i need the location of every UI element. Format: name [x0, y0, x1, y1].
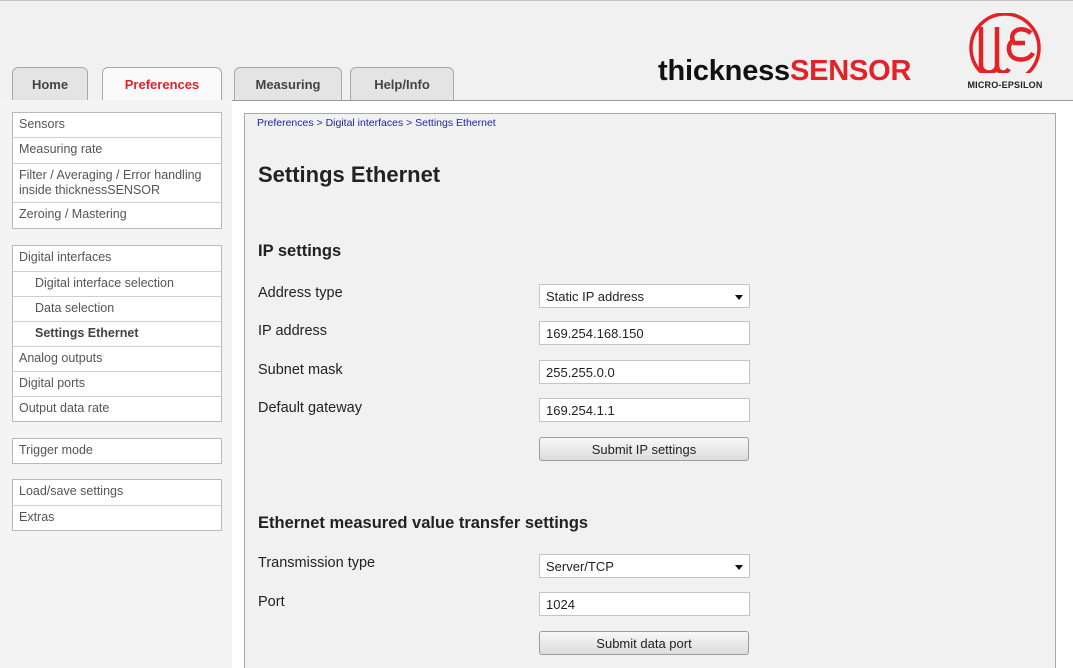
sidebar-item-analog-outputs[interactable]: Analog outputs [13, 346, 221, 371]
sidebar: Sensors Measuring rate Filter / Averagin… [0, 100, 232, 668]
tab-preferences[interactable]: Preferences [102, 67, 222, 101]
sidebar-item-digital-interfaces[interactable]: Digital interfaces [13, 246, 221, 271]
logo-text: MICRO-EPSILON [967, 80, 1043, 90]
port-label: Port [258, 594, 285, 610]
subnet-mask-input[interactable]: 255.255.0.0 [539, 360, 750, 384]
sidebar-item-output-data-rate[interactable]: Output data rate [13, 396, 221, 421]
ip-address-input[interactable]: 169.254.168.150 [539, 321, 750, 345]
header: Home Preferences Measuring Help/Info thi… [0, 0, 1073, 101]
chevron-down-icon [735, 565, 743, 570]
sidebar-item-settings-ethernet[interactable]: Settings Ethernet [13, 321, 221, 346]
transmission-type-select[interactable]: Server/TCP [539, 554, 750, 578]
submit-ip-settings-button[interactable]: Submit IP settings [539, 437, 749, 461]
content-panel: Preferences > Digital interfaces > Setti… [244, 113, 1056, 668]
sidebar-item-data-selection[interactable]: Data selection [13, 296, 221, 321]
sidebar-item-filter-averaging[interactable]: Filter / Averaging / Error handling insi… [13, 163, 221, 202]
sidebar-item-load-save-settings[interactable]: Load/save settings [13, 480, 221, 505]
address-type-value: Static IP address [546, 289, 645, 304]
sidebar-item-extras[interactable]: Extras [13, 505, 221, 530]
sidebar-item-measuring-rate[interactable]: Measuring rate [13, 137, 221, 163]
brand-title-part2: SENSOR [790, 55, 912, 87]
chevron-down-icon [735, 295, 743, 300]
sidebar-item-zeroing-mastering[interactable]: Zeroing / Mastering [13, 202, 221, 228]
default-gateway-label: Default gateway [258, 400, 362, 416]
sidebar-group-sensor: Sensors Measuring rate Filter / Averagin… [12, 112, 222, 229]
default-gateway-input[interactable]: 169.254.1.1 [539, 398, 750, 422]
subnet-mask-label: Subnet mask [258, 362, 343, 378]
tab-measuring[interactable]: Measuring [234, 67, 342, 100]
breadcrumb[interactable]: Preferences > Digital interfaces > Setti… [257, 117, 496, 129]
sidebar-item-digital-ports[interactable]: Digital ports [13, 371, 221, 396]
address-type-select[interactable]: Static IP address [539, 284, 750, 308]
port-input[interactable]: 1024 [539, 592, 750, 616]
address-type-label: Address type [258, 285, 343, 301]
page-title: Settings Ethernet [258, 162, 441, 187]
tab-help-info[interactable]: Help/Info [350, 67, 454, 100]
brand-title: thicknessSENSOR [658, 55, 911, 88]
transmission-type-value: Server/TCP [546, 559, 614, 574]
ip-address-label: IP address [258, 323, 328, 339]
sidebar-group-settings: Load/save settings Extras [12, 479, 222, 531]
submit-data-port-button[interactable]: Submit data port [539, 631, 749, 655]
transmission-type-label: Transmission type [258, 555, 376, 571]
brand-title-part1: thickness [658, 55, 790, 87]
sidebar-group-interfaces: Digital interfaces Digital interface sel… [12, 245, 222, 422]
sidebar-item-trigger-mode[interactable]: Trigger mode [13, 439, 221, 463]
sidebar-item-sensors[interactable]: Sensors [13, 113, 221, 137]
sidebar-group-trigger: Trigger mode [12, 438, 222, 464]
sidebar-item-digital-interface-selection[interactable]: Digital interface selection [13, 271, 221, 296]
tab-home[interactable]: Home [12, 67, 88, 100]
ip-settings-title: IP settings [258, 242, 342, 260]
transfer-settings-title: Ethernet measured value transfer setting… [258, 514, 589, 532]
